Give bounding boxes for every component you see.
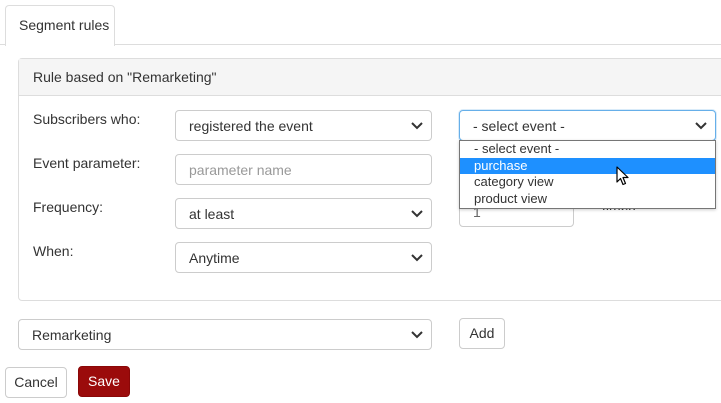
segment-select[interactable]: Remarketing [18, 319, 432, 350]
when-label: When: [33, 243, 74, 259]
event-option-product-view[interactable]: product view [460, 191, 715, 208]
chevron-down-icon [411, 122, 423, 130]
tab-segment-rules[interactable]: Segment rules [5, 5, 115, 46]
event-option-select[interactable]: - select event - [460, 141, 715, 158]
save-button[interactable]: Save [78, 366, 130, 397]
tab-bar: Segment rules [0, 0, 721, 46]
tab-label: Segment rules [19, 17, 110, 33]
event-select-value: - select event - [473, 118, 565, 134]
when-select-value: Anytime [189, 250, 240, 266]
chevron-down-icon [411, 254, 423, 262]
event-parameter-input[interactable]: parameter name [175, 154, 432, 185]
cancel-button[interactable]: Cancel [5, 367, 67, 398]
subscribers-select[interactable]: registered the event [175, 110, 432, 141]
mouse-pointer-icon [616, 166, 629, 186]
segment-select-value: Remarketing [32, 327, 112, 343]
chevron-down-icon [411, 210, 423, 218]
event-option-purchase[interactable]: purchase [460, 157, 715, 174]
frequency-select-value: at least [189, 206, 235, 222]
event-select[interactable]: - select event - [459, 110, 716, 141]
subscribers-label: Subscribers who: [33, 111, 141, 127]
panel-title: Rule based on "Remarketing" [19, 59, 721, 96]
event-parameter-placeholder: parameter name [189, 162, 292, 178]
frequency-label: Frequency: [33, 199, 104, 215]
event-option-category-view[interactable]: category view [460, 174, 715, 191]
frequency-select[interactable]: at least [175, 198, 432, 229]
add-button[interactable]: Add [459, 318, 505, 349]
subscribers-select-value: registered the event [189, 118, 313, 134]
chevron-down-icon [411, 331, 423, 339]
when-select[interactable]: Anytime [175, 242, 432, 273]
event-dropdown-list: - select event - purchase category view … [459, 140, 716, 209]
chevron-down-icon [695, 122, 707, 130]
event-parameter-label: Event parameter: [33, 155, 141, 171]
